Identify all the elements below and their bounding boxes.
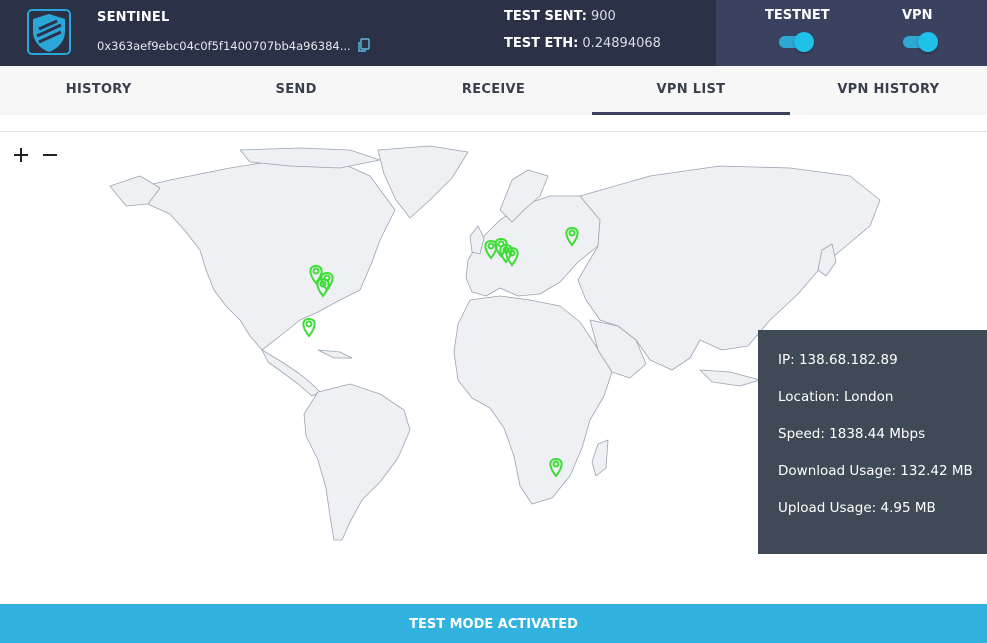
test-eth-label: TEST ETH: bbox=[504, 36, 579, 51]
test-sent-balance: TEST SENT: 900 bbox=[504, 9, 616, 24]
main-tabs: HISTORY SEND RECEIVE VPN LIST VPN HISTOR… bbox=[0, 66, 987, 115]
server-download-usage: Download Usage: 132.42 MB bbox=[778, 463, 973, 479]
tab-vpn-list[interactable]: VPN LIST bbox=[592, 66, 791, 115]
south-america bbox=[303, 383, 411, 541]
madagascar bbox=[591, 439, 609, 477]
tab-history[interactable]: HISTORY bbox=[0, 66, 197, 115]
test-eth-value: 0.24894068 bbox=[582, 36, 661, 51]
testnet-label: TESTNET bbox=[765, 8, 830, 23]
tab-send[interactable]: SEND bbox=[197, 66, 394, 115]
copy-icon[interactable] bbox=[357, 38, 371, 52]
vpn-label: VPN bbox=[902, 8, 933, 23]
server-ip: IP: 138.68.182.89 bbox=[778, 352, 898, 368]
tab-receive[interactable]: RECEIVE bbox=[395, 66, 592, 115]
test-mode-banner: TEST MODE ACTIVATED bbox=[0, 604, 987, 643]
server-location: Location: London bbox=[778, 389, 894, 405]
test-sent-label: TEST SENT: bbox=[504, 9, 587, 24]
test-sent-value: 900 bbox=[590, 9, 616, 24]
vpn-server-tooltip: IP: 138.68.182.89 Location: London Speed… bbox=[758, 330, 987, 554]
north-america bbox=[127, 157, 396, 351]
app-header: SENTINEL 0x363aef9ebc04c0f5f1400707bb4a9… bbox=[0, 0, 987, 66]
cuba bbox=[317, 349, 353, 359]
shield-logo-icon bbox=[27, 9, 71, 55]
test-eth-balance: TEST ETH: 0.24894068 bbox=[504, 36, 661, 51]
server-upload-usage: Upload Usage: 4.95 MB bbox=[778, 500, 936, 516]
central-america bbox=[261, 349, 321, 397]
vpn-toggle-knob bbox=[918, 32, 938, 52]
wallet-address: 0x363aef9ebc04c0f5f1400707bb4a96384... bbox=[97, 39, 351, 53]
server-speed: Speed: 1838.44 Mbps bbox=[778, 426, 926, 442]
indonesia bbox=[699, 369, 761, 387]
testnet-toggle[interactable] bbox=[779, 32, 814, 52]
tab-vpn-history[interactable]: VPN HISTORY bbox=[790, 66, 987, 115]
toggle-panel: TESTNET VPN bbox=[716, 0, 987, 66]
vpn-toggle[interactable] bbox=[903, 32, 938, 52]
map-marker-icon bbox=[302, 317, 316, 338]
testnet-toggle-knob bbox=[794, 32, 814, 52]
africa bbox=[453, 295, 613, 505]
brand-name: SENTINEL bbox=[97, 10, 170, 25]
